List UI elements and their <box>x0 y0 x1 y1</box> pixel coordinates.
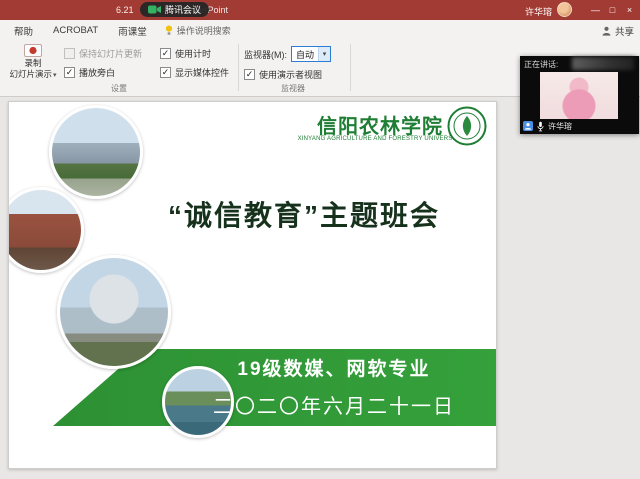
microphone-icon <box>537 121 544 132</box>
close-button[interactable]: × <box>621 0 638 20</box>
record-label-line1: 录制 <box>6 58 60 69</box>
group-label-monitors: 监视器 <box>240 83 346 94</box>
group-label-settings: 设置 <box>6 83 232 94</box>
campus-photo-building <box>49 105 143 199</box>
meeting-timer: 6.21 <box>116 5 134 15</box>
share-button[interactable]: 共享 <box>602 20 634 41</box>
monitor-field-label: 监视器(M): <box>244 48 287 61</box>
campus-photo-dome-building <box>57 255 171 369</box>
slide-canvas: 信阳农林学院 XINYANG AGRICULTURE AND FORESTRY … <box>8 101 497 469</box>
document-area: 信阳农林学院 XINYANG AGRICULTURE AND FORESTRY … <box>0 98 640 479</box>
campus-photo-red-building <box>8 187 84 273</box>
university-emblem <box>447 106 487 146</box>
tell-me-label: 操作说明搜索 <box>177 24 231 37</box>
banner-line2: 二〇二〇年六月二十一日 <box>169 390 497 419</box>
checkbox-label: 保持幻灯片更新 <box>79 47 142 60</box>
checkbox-show-media-controls[interactable]: ✓ 显示媒体控件 <box>160 66 229 79</box>
lightbulb-icon <box>165 25 173 36</box>
tell-me-search[interactable]: 操作说明搜索 <box>165 24 231 37</box>
chevron-down-icon[interactable]: ▾ <box>318 47 330 61</box>
record-label-line2: 幻灯片演示▾ <box>6 69 60 81</box>
checkbox-label: 使用计时 <box>175 47 211 60</box>
tab-rain-classroom[interactable]: 雨课堂 <box>108 20 157 41</box>
checkbox-box[interactable]: ✓ <box>64 67 75 78</box>
checkbox-box[interactable] <box>64 48 75 59</box>
monitor-dropdown-value: 自动 <box>292 48 318 61</box>
person-icon <box>602 26 611 36</box>
university-name-en: XINYANG AGRICULTURE AND FORESTRY UNIVERS… <box>287 136 473 142</box>
checkbox-label: 使用演示者视图 <box>259 68 322 81</box>
account-name: 许华瑢 <box>525 5 552 18</box>
camera-icon <box>148 5 161 14</box>
monitor-field: 监视器(M): 自动 ▾ <box>244 46 331 62</box>
checkbox-label: 显示媒体控件 <box>175 66 229 79</box>
tab-help[interactable]: 帮助 <box>4 20 43 41</box>
ribbon-tabs-row: 帮助 ACROBAT 雨课堂 操作说明搜索 共享 <box>0 20 640 41</box>
record-label-line2-text: 幻灯片演示 <box>9 69 52 79</box>
record-slideshow-icon <box>24 44 42 57</box>
monitor-dropdown[interactable]: 自动 ▾ <box>291 46 331 62</box>
participant-avatar-icon <box>523 121 533 131</box>
checkbox-box[interactable]: ✓ <box>160 48 171 59</box>
group-separator <box>238 44 239 91</box>
app-window: 6.21 腾讯会议 PowerPoint 许华瑢 — □ × 帮助 ACROBA… <box>0 0 640 479</box>
meeting-widget-label: 腾讯会议 <box>165 3 201 16</box>
titlebar: 6.21 腾讯会议 PowerPoint 许华瑢 — □ × <box>0 0 640 20</box>
university-name-cn: 信阳农林学院 <box>305 110 455 139</box>
maximize-button[interactable]: □ <box>604 0 621 20</box>
group-separator <box>350 44 351 91</box>
chevron-down-icon: ▾ <box>53 72 57 79</box>
account-avatar[interactable] <box>557 2 572 17</box>
speaker-preview-blur <box>572 57 634 70</box>
checkbox-keep-slides-updated[interactable]: 保持幻灯片更新 <box>64 47 142 60</box>
checkbox-box[interactable]: ✓ <box>244 69 255 80</box>
banner-text: 19级数媒、网软专业 二〇二〇年六月二十一日 <box>169 354 497 419</box>
minimize-button[interactable]: — <box>587 0 604 20</box>
meeting-widget[interactable]: 腾讯会议 <box>140 2 209 17</box>
checkbox-box[interactable]: ✓ <box>160 67 171 78</box>
speaker-info-bar: 许华瑢 <box>523 120 636 132</box>
checkbox-label: 播放旁白 <box>79 66 115 79</box>
share-label: 共享 <box>615 24 634 38</box>
checkbox-use-presenter-view[interactable]: ✓ 使用演示者视图 <box>244 68 322 81</box>
speaker-name: 许华瑢 <box>548 121 572 132</box>
checkbox-play-narrations[interactable]: ✓ 播放旁白 <box>64 66 115 79</box>
checkbox-use-timings[interactable]: ✓ 使用计时 <box>160 47 211 60</box>
meeting-speaker-panel[interactable]: 正在讲话: 许华瑢 <box>520 56 639 134</box>
speaker-video-thumbnail <box>540 72 618 119</box>
banner-line1: 19级数媒、网软专业 <box>169 354 497 381</box>
speaking-label: 正在讲话: <box>524 59 558 70</box>
slide-title: “诚信教育”主题班会 <box>124 194 484 234</box>
tab-acrobat[interactable]: ACROBAT <box>43 20 108 41</box>
